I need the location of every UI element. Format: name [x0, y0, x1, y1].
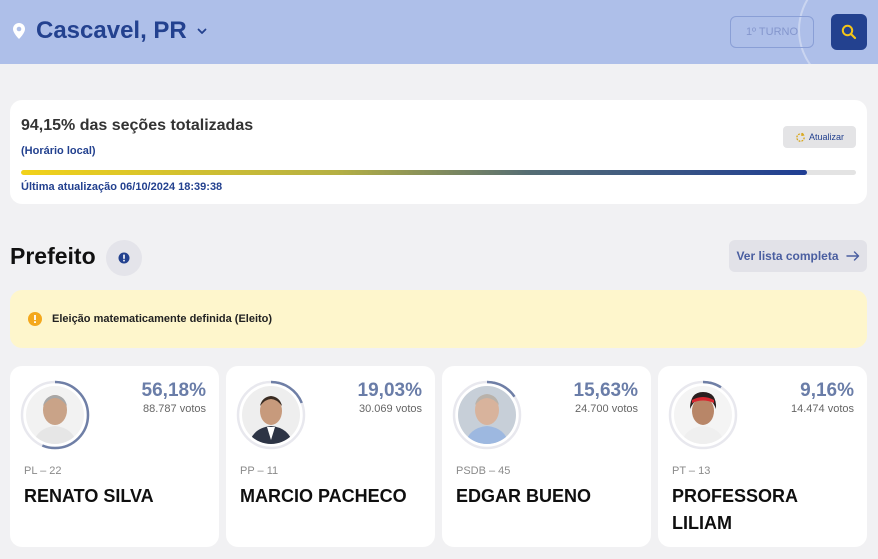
city-selector[interactable]: Cascavel, PR: [12, 17, 207, 45]
totalization-progress-bar: [21, 170, 856, 175]
see-full-list-button[interactable]: Ver lista completa: [729, 240, 867, 272]
candidate-votes: 14.474 votos: [791, 403, 854, 415]
vote-share-ring: [236, 380, 306, 450]
candidate-votes: 88.787 votos: [143, 403, 206, 415]
alert-message: Eleição matematicamente definida (Eleito…: [52, 313, 273, 325]
top-bar: Cascavel, PR 1º TURNO: [0, 0, 878, 64]
last-update-text: Última atualização 06/10/2024 18:39:38: [21, 181, 223, 193]
candidate-card[interactable]: 15,63% 24.700 votos PSDB – 45 EDGAR BUEN…: [442, 366, 651, 547]
map-pin-icon: [13, 23, 25, 39]
candidate-photo: [242, 386, 300, 444]
candidate-party: PP – 11: [240, 465, 279, 477]
candidate-avatar: [20, 380, 90, 450]
candidate-name: PROFESSORA LILIAM: [672, 486, 798, 533]
candidate-photo: [458, 386, 516, 444]
candidate-card[interactable]: 19,03% 30.069 votos PP – 11 MARCIO PACHE…: [226, 366, 435, 547]
search-icon: [841, 24, 857, 40]
candidate-avatar: [668, 380, 738, 450]
alert-info-icon: [28, 312, 42, 326]
candidate-party: PT – 13: [672, 465, 711, 477]
chevron-down-icon[interactable]: [197, 26, 207, 36]
refresh-button[interactable]: Atualizar: [783, 126, 856, 148]
candidate-name: EDGAR BUENO: [456, 486, 592, 506]
refresh-icon: [796, 132, 805, 142]
vote-share-ring: [452, 380, 522, 450]
vote-share-ring: [668, 380, 738, 450]
candidate-votes: 24.700 votos: [575, 403, 638, 415]
refresh-label: Atualizar: [808, 132, 844, 142]
candidate-percent: 15,63%: [573, 380, 638, 401]
see-full-list-label: Ver lista completa: [736, 249, 839, 263]
candidate-photo: [674, 386, 732, 444]
candidate-name: RENATO SILVA: [24, 486, 154, 506]
progress-fill: [21, 170, 808, 175]
candidate-percent: 19,03%: [357, 380, 422, 401]
totalization-panel: 94,15% das seções totalizadas (Horário l…: [10, 100, 867, 204]
candidate-avatar: [236, 380, 306, 450]
candidate-percent: 56,18%: [141, 380, 206, 401]
info-icon: [118, 252, 130, 264]
election-alert: Eleição matematicamente definida (Eleito…: [10, 290, 867, 348]
candidate-votes: 30.069 votos: [359, 403, 422, 415]
local-time-label: (Horário local): [21, 145, 96, 157]
section-title: Prefeito: [10, 243, 96, 269]
candidate-card[interactable]: 9,16% 14.474 votos PT – 13 PROFESSORA LI…: [658, 366, 867, 547]
candidate-photo: [26, 386, 84, 444]
candidate-party: PSDB – 45: [456, 465, 511, 477]
search-button[interactable]: [831, 14, 867, 50]
turno-button[interactable]: 1º TURNO: [730, 16, 814, 48]
candidate-percent: 9,16%: [800, 380, 854, 401]
candidate-name: MARCIO PACHECO: [240, 486, 407, 506]
candidate-party: PL – 22: [24, 465, 62, 477]
candidate-avatar: [452, 380, 522, 450]
arrow-right-icon: [845, 251, 859, 261]
info-button[interactable]: [106, 240, 142, 276]
candidate-card[interactable]: 56,18% 88.787 votos PL – 22 RENATO SILVA: [10, 366, 219, 547]
vote-share-ring: [20, 380, 90, 450]
totalization-title: 94,15% das seções totalizadas: [21, 117, 254, 134]
city-name[interactable]: Cascavel, PR: [36, 17, 187, 45]
